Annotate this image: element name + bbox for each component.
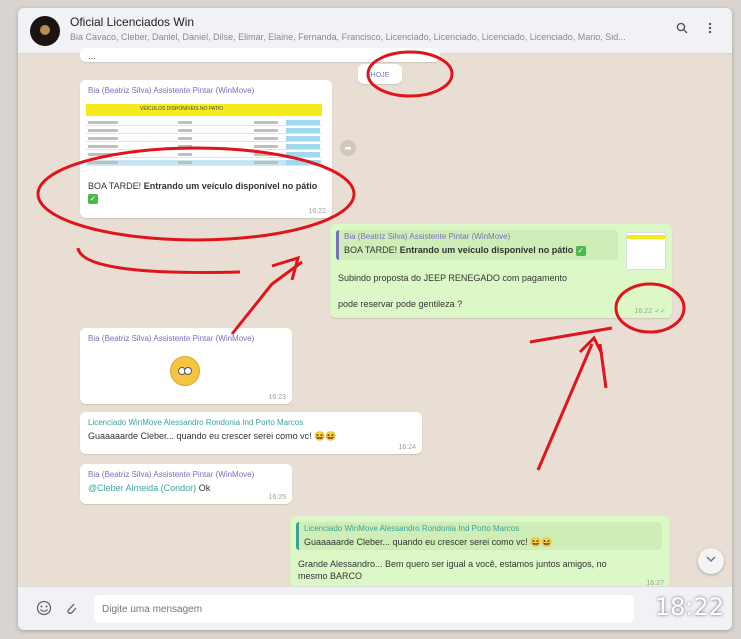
chat-title[interactable]: Oficial Licenciados Win [70, 15, 194, 29]
reply-message[interactable]: Bia (Beatriz Silva) Assistente Pintar (W… [330, 224, 672, 318]
spreadsheet-row [86, 144, 322, 150]
message-time: 16:22 [634, 308, 652, 315]
quoted-sender: Bia (Beatriz Silva) Assistente Pintar (W… [344, 232, 511, 241]
caption-prefix: BOA TARDE! [88, 181, 142, 191]
chat-area[interactable]: ... HOJE Bia (Beatriz Silva) Assistente … [18, 48, 732, 590]
text-message[interactable]: Licenciado WinMove Alessandro Rondonia I… [80, 412, 422, 454]
scroll-down-button[interactable] [698, 548, 724, 574]
quoted-message[interactable]: Licenciado WinMove Alessandro Rondonia I… [296, 522, 662, 550]
overlay-clock: 18:22 [654, 593, 724, 621]
spreadsheet-row [86, 136, 322, 142]
message-text: Grande Alessandro... Bem quero ser igual… [298, 559, 607, 582]
message-sender: Bia (Beatriz Silva) Assistente Pintar (W… [88, 86, 255, 95]
message-time: 16:22 [308, 208, 326, 215]
text-message[interactable]: Bia (Beatriz Silva) Assistente Pintar (W… [80, 464, 292, 504]
message-text-line1: Subindo proposta do JEEP RENEGADO com pa… [338, 273, 567, 283]
compose-bar: 18:22 [18, 586, 732, 630]
laughing-emoji: 😆😆 [530, 537, 553, 547]
message-text: Guaaaaarde Cleber... quando eu crescer s… [88, 431, 312, 441]
spreadsheet-row [86, 120, 322, 126]
message-time: 16:25 [268, 494, 286, 501]
spreadsheet-row [86, 128, 322, 134]
checkmark-icon: ✓ [88, 193, 98, 204]
message-sender: Bia (Beatriz Silva) Assistente Pintar (W… [88, 470, 255, 479]
quoted-prefix: BOA TARDE! [344, 245, 398, 255]
message-partial[interactable]: ... [80, 48, 440, 62]
mention-link[interactable]: @Cleber Almeida (Condor) [88, 483, 196, 493]
message-time: 16:23 [268, 394, 286, 401]
flushed-face-emoji [170, 356, 200, 386]
quoted-text: Guaaaaarde Cleber... quando eu crescer s… [304, 537, 528, 547]
message-time: 16:24 [398, 444, 416, 451]
quoted-sender: Licenciado WinMove Alessandro Rondonia I… [304, 524, 520, 533]
forward-icon[interactable]: ➦ [340, 140, 356, 156]
whatsapp-window: Oficial Licenciados Win Bia Cavaco, Cleb… [18, 8, 732, 630]
reply-message[interactable]: Licenciado WinMove Alessandro Rondonia I… [290, 516, 670, 590]
quoted-thumbnail [626, 232, 666, 270]
spreadsheet-row [86, 152, 322, 158]
emoji-message[interactable]: Bia (Beatriz Silva) Assistente Pintar (W… [80, 328, 292, 404]
chevron-down-icon [706, 556, 716, 563]
quoted-message[interactable]: Bia (Beatriz Silva) Assistente Pintar (W… [336, 230, 618, 260]
caption-bold: Entrando um veículo disponível no pátio [143, 181, 318, 191]
emoji-icon[interactable] [36, 600, 52, 619]
read-receipt-icon: ✓✓ [654, 308, 666, 315]
kebab-menu-icon[interactable] [708, 22, 712, 37]
message-sender: Licenciado WinMove Alessandro Rondonia I… [88, 418, 304, 427]
date-badge: HOJE [358, 64, 402, 84]
message-input[interactable] [94, 595, 634, 623]
spreadsheet-header: VEICULOS DISPONIVEIS NO PATIO [140, 106, 224, 112]
paperclip-icon[interactable] [64, 600, 78, 619]
checkmark-icon: ✓ [575, 245, 586, 256]
chat-members: Bia Cavaco, Cleber, Daniel, Daniel, Dils… [70, 32, 626, 42]
search-icon[interactable] [676, 22, 688, 37]
message-text-line2: pode reservar pode gentileza ? [338, 299, 463, 309]
group-avatar[interactable] [30, 16, 60, 46]
message-text: Ok [198, 483, 211, 493]
spreadsheet-image[interactable]: VEICULOS DISPONIVEIS NO PATIO [86, 100, 322, 174]
image-message[interactable]: Bia (Beatriz Silva) Assistente Pintar (W… [80, 80, 332, 218]
message-sender: Bia (Beatriz Silva) Assistente Pintar (W… [88, 334, 255, 343]
image-caption: BOA TARDE! Entrando um veículo disponíve… [88, 180, 320, 204]
quoted-bold: Entrando um veículo disponível no pátio [399, 245, 574, 255]
laughing-emoji: 😆😆 [314, 431, 337, 441]
spreadsheet-row [86, 160, 322, 166]
date-badge-label: HOJE [370, 72, 390, 79]
